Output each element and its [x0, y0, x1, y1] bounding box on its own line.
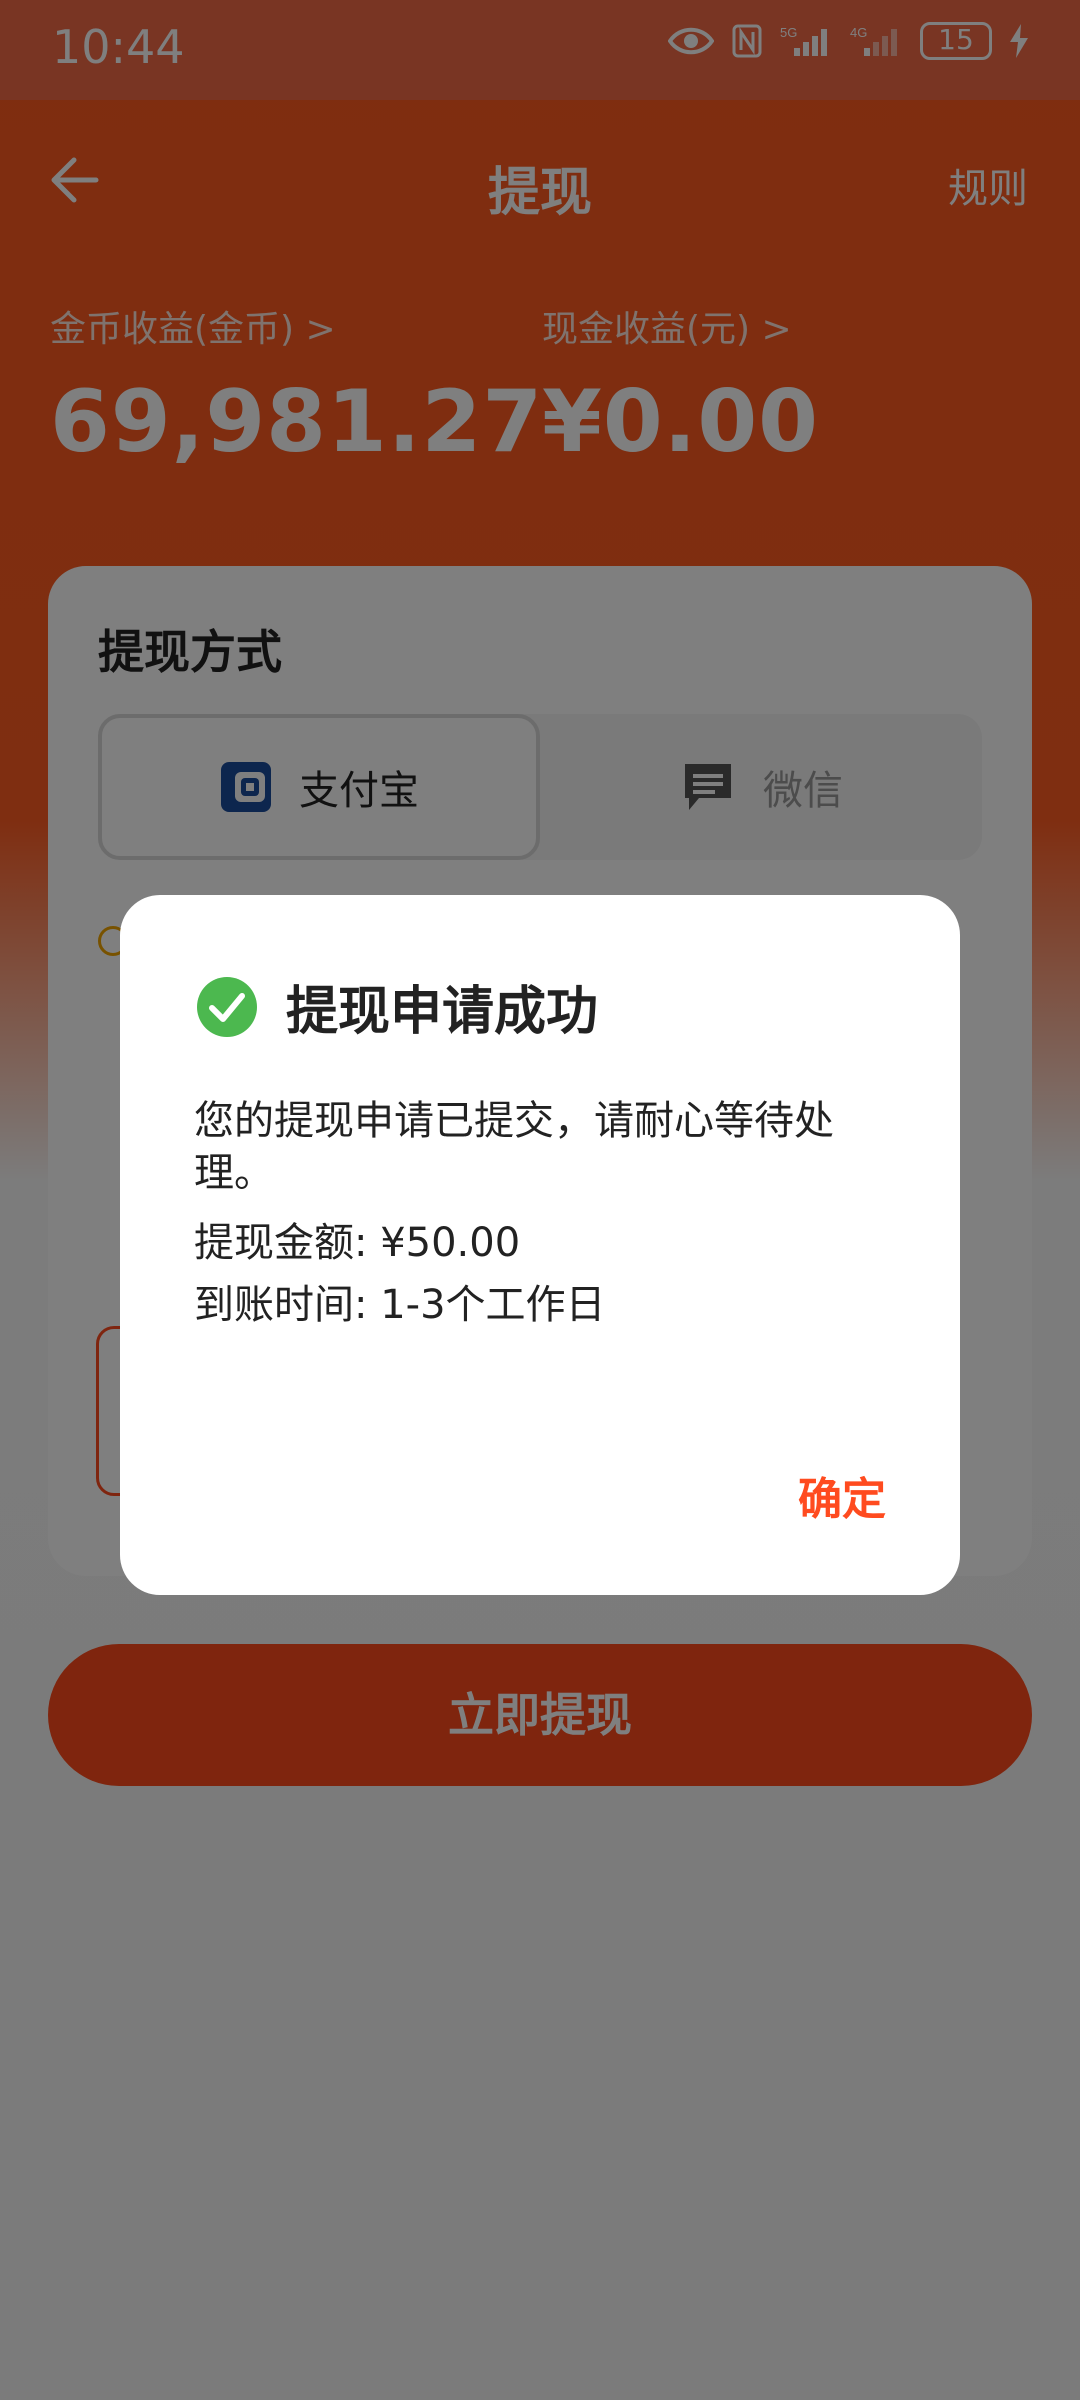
arrival-time-line: 到账时间: 1-3个工作日	[194, 1282, 606, 1328]
success-check-icon	[197, 976, 257, 1037]
dialog-body: 您的提现申请已提交，请耐心等待处理。 提现金额: ¥50.00 到账时间: 1-…	[194, 1095, 894, 1331]
dialog-header: 提现申请成功	[196, 969, 598, 1044]
withdraw-page: 10:44 5G 4G 15 提现 规则	[0, 0, 1080, 2400]
dialog-message: 您的提现申请已提交，请耐心等待处理。	[194, 1098, 834, 1196]
withdraw-amount-line: 提现金额: ¥50.00	[194, 1220, 521, 1266]
success-dialog: 提现申请成功 您的提现申请已提交，请耐心等待处理。 提现金额: ¥50.00 到…	[120, 895, 960, 1595]
dialog-title: 提现申请成功	[286, 982, 599, 1042]
confirm-button[interactable]: 确定	[798, 1463, 886, 1527]
